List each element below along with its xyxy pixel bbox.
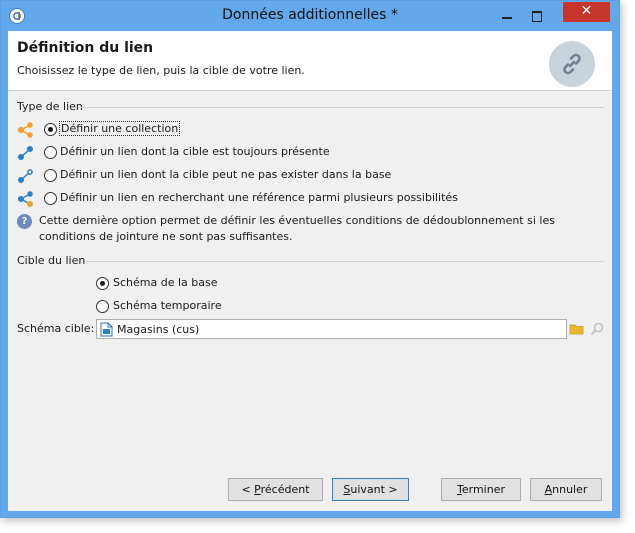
link-icon [549,41,595,87]
help-icon: ? [17,214,32,229]
option-collection-radio[interactable] [44,123,57,136]
option-simple-link-label[interactable]: Définir un lien dont la cible est toujou… [60,145,330,158]
option-base-schema[interactable]: Schéma de la base [96,275,296,293]
target-section-label: Cible du lien [17,254,86,267]
dialog-window: Données additionnelles * ✕ Définition du… [0,0,620,518]
option-temp-schema-label[interactable]: Schéma temporaire [113,299,222,312]
cancel-button[interactable]: Annuler [530,478,602,501]
option-temp-schema-radio[interactable] [96,300,109,313]
close-button[interactable]: ✕ [563,2,610,22]
minimize-button[interactable] [494,7,520,25]
section-divider [86,261,604,262]
simple-link-icon [17,144,35,162]
link-type-section-label: Type de lien [17,100,83,113]
option-collection[interactable]: Définir une collection [17,121,417,139]
next-button[interactable]: Suivant > [332,478,409,501]
page-subtitle: Choisissez le type de lien, puis la cibl… [17,64,305,77]
option-temp-schema[interactable]: Schéma temporaire [96,298,296,316]
option-multi-link-radio[interactable] [44,192,57,205]
option-optional-link[interactable]: Définir un lien dont la cible peut ne pa… [17,167,417,185]
option-optional-link-label[interactable]: Définir un lien dont la cible peut ne pa… [60,168,391,181]
dialog-body: Définition du lien Choisissez le type de… [8,31,612,511]
page-title: Définition du lien [17,40,154,56]
previous-button[interactable]: < Précédent [228,478,323,501]
next-button-label: uivant > [350,483,398,496]
option-simple-link[interactable]: Définir un lien dont la cible est toujou… [17,144,417,162]
option-multi-link-label[interactable]: Définir un lien en recherchant une référ… [60,191,458,204]
magnifier-icon[interactable] [589,321,605,337]
folder-icon[interactable] [569,321,585,337]
option-collection-label[interactable]: Définir une collection [58,121,181,136]
previous-button-label: récédent [260,483,310,496]
target-schema-label: Schéma cible: [17,322,95,335]
target-schema-value: Magasins (cus) [117,323,200,336]
info-text: Cette dernière option permet de définir … [39,214,555,243]
wizard-header: Définition du lien Choisissez le type de… [8,31,612,91]
maximize-button[interactable] [524,7,550,25]
option-optional-link-radio[interactable] [44,169,57,182]
optional-link-icon [17,167,35,185]
schema-document-icon [100,322,113,340]
section-divider [81,107,604,108]
cancel-button-mnemonic: A [544,483,553,496]
option-base-schema-radio[interactable] [96,277,109,290]
target-schema-field[interactable]: Magasins (cus) [96,319,567,339]
finish-button-label: erminer [461,483,505,496]
finish-button[interactable]: Terminer [441,478,521,501]
option-multi-link[interactable]: Définir un lien en recherchant une référ… [17,190,458,208]
cancel-button-label: nnuler [552,483,588,496]
collection-link-icon [17,121,35,139]
previous-button-prefix: < [241,483,255,496]
multi-link-icon [17,190,35,208]
option-base-schema-label[interactable]: Schéma de la base [113,276,217,289]
option-simple-link-radio[interactable] [44,146,57,159]
title-bar[interactable]: Données additionnelles * ✕ [1,1,619,31]
